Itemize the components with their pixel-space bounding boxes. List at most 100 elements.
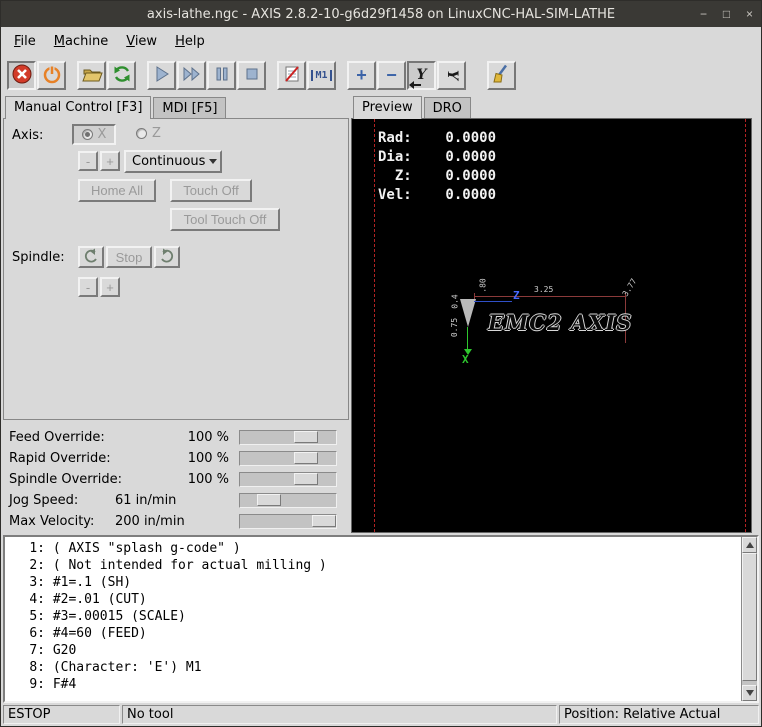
optional-stop-icon: M1 [311, 70, 331, 81]
spindle-stop-button[interactable]: Stop [106, 246, 152, 268]
home-all-button[interactable]: Home All [78, 179, 156, 202]
spindle-label: Spindle: [12, 250, 65, 265]
estop-button[interactable] [7, 61, 36, 90]
axis-z-radio[interactable]: Z [136, 126, 161, 141]
radio-dot-icon [82, 129, 93, 140]
tool-touch-off-button[interactable]: Tool Touch Off [170, 208, 280, 231]
tab-preview[interactable]: Preview [353, 96, 422, 119]
run-icon [151, 63, 173, 88]
jog-mode-value: Continuous [126, 154, 205, 169]
jog-mode-dropdown[interactable]: Continuous [124, 150, 222, 173]
scroll-up-button[interactable] [742, 537, 757, 553]
estop-icon [11, 63, 33, 88]
max-velocity-slider[interactable] [239, 514, 337, 529]
title-bar[interactable]: axis-lathe.ngc - AXIS 2.8.2-10-g6d29f145… [1, 1, 761, 27]
gcode-scrollbar[interactable] [741, 537, 757, 701]
left-tab-bar: Manual Control [F3] MDI [F5] [3, 95, 349, 118]
view-y2-icon: Y [444, 70, 460, 80]
slider-value: 100 % [115, 472, 239, 487]
arrow-up-icon [746, 542, 754, 548]
jog-speed-slider[interactable] [239, 493, 337, 508]
optional-stop-toggle[interactable]: M1 [307, 61, 336, 90]
slider-label: Rapid Override: [3, 451, 115, 466]
machine-limit-line [374, 119, 375, 532]
right-panel: Preview DRO Rad: 0.0000 Dia: 0.0000 Z: 0… [349, 95, 761, 533]
spindle-plus-button[interactable]: + [100, 277, 120, 297]
left-panel: Manual Control [F3] MDI [F5] Axis: X Z -… [1, 95, 349, 533]
menu-machine[interactable]: Machine [45, 30, 117, 53]
scrollbar-thumb[interactable] [742, 553, 757, 681]
menu-help[interactable]: Help [166, 30, 214, 53]
arrow-down-icon [746, 690, 754, 696]
dimension-line-horizontal [474, 296, 626, 297]
view-y-button[interactable]: Y [407, 61, 436, 90]
run-button[interactable] [147, 61, 176, 90]
zoom-out-button[interactable]: − [377, 61, 406, 90]
spindle-minus-button[interactable]: - [78, 277, 98, 297]
radio-circle-icon [136, 128, 147, 139]
jog-plus-button[interactable]: + [100, 151, 120, 171]
gcode-listing[interactable]: 1: ( AXIS "splash g-code" )2: ( Not inte… [3, 535, 759, 703]
spindle-reverse-button[interactable] [78, 246, 104, 268]
jog-minus-button[interactable]: - [78, 151, 98, 171]
jog-speed-row: Jog Speed: 61 in/min [3, 490, 349, 511]
machine-power-button[interactable] [37, 61, 66, 90]
tool-marker [460, 299, 476, 327]
scroll-down-button[interactable] [742, 685, 757, 701]
reload-button[interactable] [107, 61, 136, 90]
menu-view[interactable]: View [117, 30, 166, 53]
clear-plot-button[interactable] [487, 61, 516, 90]
gcode-line: 9: F#4 [9, 676, 739, 693]
spindle-forward-icon [158, 248, 176, 267]
zoom-in-button[interactable]: + [347, 61, 376, 90]
slider-thumb[interactable] [294, 452, 318, 464]
slider-label: Jog Speed: [3, 493, 115, 508]
dimension-label: 3.25 [534, 285, 553, 294]
slider-thumb[interactable] [294, 431, 318, 443]
rapid-override-slider[interactable] [239, 451, 337, 466]
chevron-down-icon [205, 159, 220, 164]
view-y2-button[interactable]: Y [437, 61, 466, 90]
touch-off-button[interactable]: Touch Off [170, 179, 252, 202]
spindle-override-slider[interactable] [239, 472, 337, 487]
pause-icon [211, 63, 233, 88]
status-bar: ESTOP No tool Position: Relative Actual [1, 703, 761, 726]
axis-x-label: X [98, 127, 107, 142]
step-icon [181, 63, 203, 88]
stop-button[interactable] [237, 61, 266, 90]
dimension-label: 0.75 [450, 318, 459, 337]
slider-value: 100 % [115, 430, 239, 445]
gcode-line: 6: #4=60 (FEED) [9, 625, 739, 642]
minimize-button[interactable]: − [692, 3, 715, 25]
spindle-reverse-icon [82, 248, 100, 267]
axis-x-radio[interactable]: X [72, 124, 116, 145]
slider-thumb[interactable] [257, 494, 281, 506]
splash-logo: EMC2 AXIS [488, 310, 632, 335]
tab-dro[interactable]: DRO [424, 97, 471, 118]
preview-canvas[interactable]: Rad: 0.0000 Dia: 0.0000 Z: 0.0000 Vel: 0… [351, 118, 752, 533]
override-sliders: Feed Override: 100 % Rapid Override: 100… [3, 420, 349, 532]
slider-thumb[interactable] [312, 515, 336, 527]
pause-button[interactable] [207, 61, 236, 90]
spindle-forward-button[interactable] [154, 246, 180, 268]
zoom-out-icon: − [386, 66, 397, 84]
run-step-button[interactable] [177, 61, 206, 90]
menu-bar: File Machine View Help [1, 27, 761, 55]
slider-value: 100 % [115, 451, 239, 466]
menu-file[interactable]: File [5, 30, 45, 53]
skip-lines-toggle[interactable] [277, 61, 306, 90]
slider-thumb[interactable] [294, 473, 318, 485]
close-button[interactable]: × [738, 3, 761, 25]
feed-override-slider[interactable] [239, 430, 337, 445]
gcode-line: 1: ( AXIS "splash g-code" ) [9, 540, 739, 557]
status-position-mode: Position: Relative Actual [559, 705, 759, 724]
slider-value: 61 in/min [115, 493, 239, 508]
z-axis-label: Z [513, 289, 520, 302]
dimension-label: .80 [479, 278, 488, 292]
maximize-button[interactable]: □ [715, 3, 738, 25]
tab-manual-control[interactable]: Manual Control [F3] [5, 96, 151, 119]
zoom-in-icon: + [356, 66, 367, 84]
tab-mdi[interactable]: MDI [F5] [153, 97, 226, 118]
open-file-button[interactable] [77, 61, 106, 90]
z-axis-line [474, 301, 512, 302]
